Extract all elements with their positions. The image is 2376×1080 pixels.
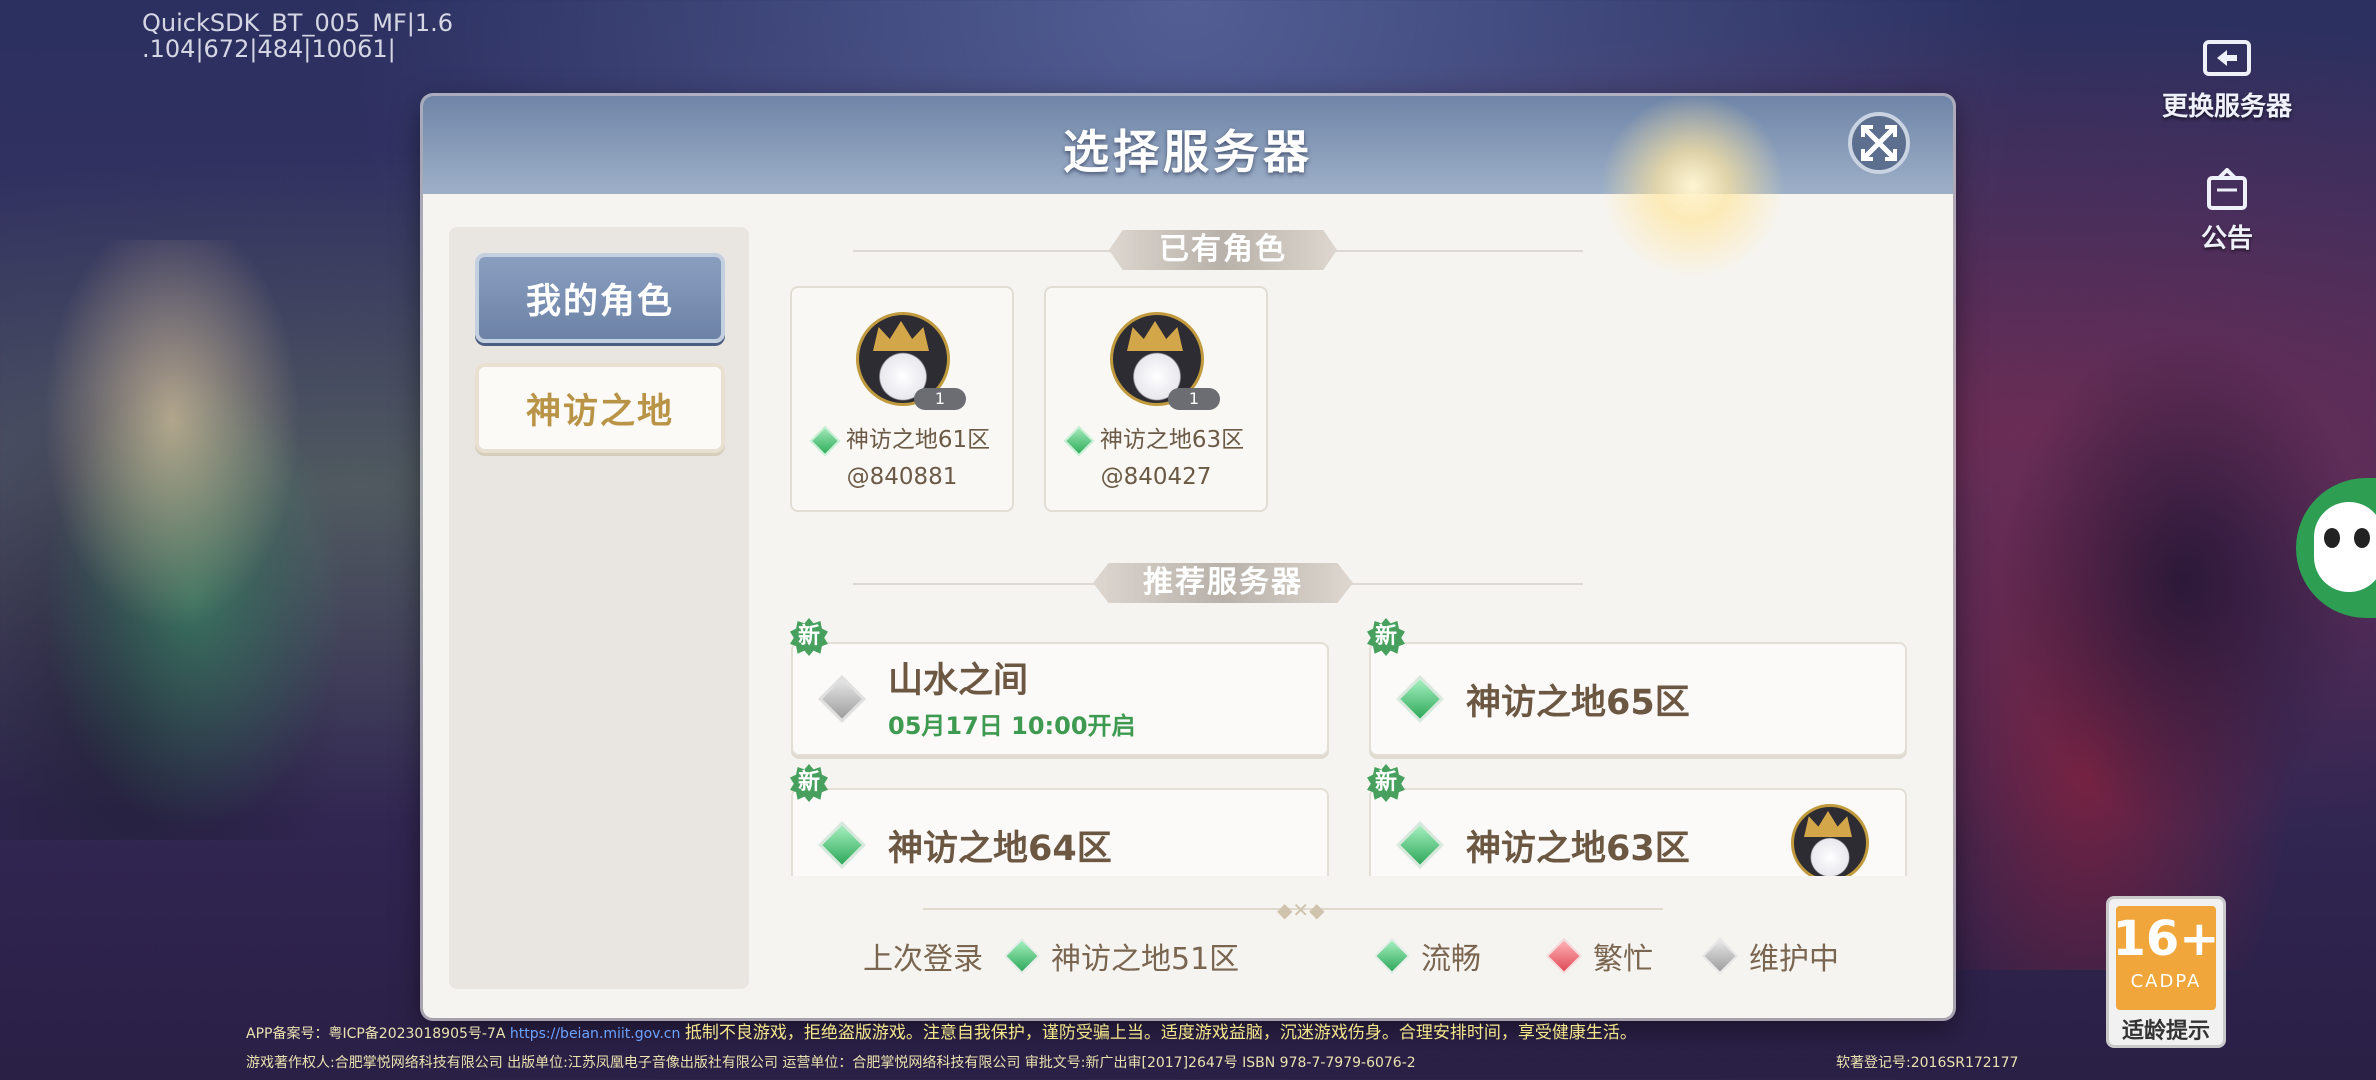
status-smooth-icon: [809, 424, 841, 457]
character-id: @840427: [1100, 464, 1212, 490]
age-rating-value: 16+: [2112, 911, 2220, 967]
debug-line-2: .104|672|484|10061|: [142, 35, 396, 63]
legend-busy-icon: [1545, 937, 1583, 975]
close-expand-icon: [1861, 125, 1897, 161]
tab-my-characters[interactable]: 我的角色: [475, 253, 725, 343]
divider-right: [1333, 583, 1583, 585]
age-rating-badge[interactable]: 16+ CADPA 适龄提示: [2106, 896, 2226, 1048]
notice-button[interactable]: 公告: [2162, 168, 2292, 255]
health-warning: 抵制不良游戏，拒绝盗版游戏。注意自我保护，谨防受骗上当。适度游戏益脑，沉迷游戏伤…: [684, 1023, 1637, 1043]
last-login-label: 上次登录: [863, 942, 983, 977]
character-server: 神访之地61区: [792, 420, 1012, 457]
software-registration: 软著登记号:2016SR172177: [1836, 1055, 2019, 1071]
recommended-servers-heading: 推荐服务器: [1093, 563, 1353, 603]
panda-eye-left: [2324, 528, 2340, 548]
server-name: 神访之地63区: [1466, 829, 1690, 869]
status-smooth-icon: [1395, 820, 1445, 870]
age-rating-org: CADPA: [2130, 971, 2202, 992]
notice-label: 公告: [2200, 224, 2253, 254]
status-maintenance-icon: [817, 674, 867, 724]
change-server-button[interactable]: 更换服务器: [2162, 36, 2292, 123]
legal-line-2: 游戏著作权人:合肥掌悦网络科技有限公司 出版单位:江苏凤凰电子音像出版社有限公司…: [246, 1052, 1416, 1072]
legal-line-1: APP备案号：粤ICP备2023018905号-7A https://beian…: [246, 1018, 1637, 1043]
notice-board-icon: [2207, 168, 2247, 210]
character-level-badge: 1: [1168, 388, 1220, 410]
character-card[interactable]: 1 神访之地61区 @840881: [790, 286, 1014, 512]
server-card[interactable]: 山水之间 05月17日 10:00开启: [791, 642, 1329, 756]
icp-link[interactable]: https://beian.miit.gov.cn: [510, 1026, 681, 1042]
tab-shenfang-zone[interactable]: 神访之地: [475, 363, 725, 453]
debug-line-1: QuickSDK_BT_005_MF|1.6: [142, 9, 454, 37]
server-open-time: 05月17日 10:00开启: [888, 712, 1136, 740]
last-login[interactable]: 上次登录 神访之地51区: [863, 934, 1239, 978]
divider-left: [853, 583, 1113, 585]
status-smooth-icon: [817, 820, 867, 870]
sparkle-decoration: [1593, 96, 1793, 286]
change-server-label: 更换服务器: [2162, 92, 2293, 122]
panda-face: [2314, 502, 2376, 592]
legend-maintenance-icon: [1701, 937, 1739, 975]
debug-info: QuickSDK_BT_005_MF|1.6 .104|672|484|1006…: [142, 10, 453, 62]
existing-characters-heading: 已有角色: [1109, 230, 1337, 270]
divider-left: [853, 250, 1113, 252]
hero-character-art: [0, 240, 430, 840]
status-smooth-icon: [1003, 937, 1041, 975]
server-card[interactable]: 神访之地65区: [1369, 642, 1907, 756]
server-name: 神访之地64区: [888, 829, 1112, 869]
switch-server-icon: [2203, 40, 2251, 76]
age-rating-tip: 适龄提示: [2121, 1019, 2210, 1044]
last-login-server: 神访之地51区: [1051, 942, 1240, 977]
server-category-sidebar: 我的角色 神访之地: [449, 227, 749, 989]
villain-character-art: [1896, 320, 2376, 970]
close-button[interactable]: [1848, 112, 1910, 174]
character-server: 神访之地63区: [1046, 420, 1266, 457]
server-select-dialog: 选择服务器 我的角色 神访之地 已有角色 1 神访之地61区 @840881 1…: [423, 96, 1953, 1018]
status-smooth-icon: [1063, 424, 1095, 457]
legend-maintenance: 维护中: [1701, 934, 1839, 978]
publisher-info: 游戏著作权人:合肥掌悦网络科技有限公司 出版单位:江苏凤凰电子音像出版社有限公司…: [246, 1055, 1416, 1071]
character-level-badge: 1: [914, 388, 966, 410]
panda-eye-right: [2354, 528, 2370, 548]
status-smooth-icon: [1395, 674, 1445, 724]
icp-record: APP备案号：粤ICP备2023018905号-7A: [246, 1026, 506, 1042]
legend-smooth: 流畅: [1373, 934, 1481, 978]
server-name: 山水之间: [888, 661, 1029, 701]
character-card[interactable]: 1 神访之地63区 @840427: [1044, 286, 1268, 512]
legend-busy: 繁忙: [1545, 934, 1653, 978]
legend-smooth-icon: [1373, 937, 1411, 975]
divider-ornament: ◆✕◆: [1277, 898, 1325, 922]
server-character-avatar: [1791, 804, 1869, 882]
server-name: 神访之地65区: [1466, 683, 1690, 723]
divider-right: [1333, 250, 1583, 252]
character-id: @840881: [846, 464, 958, 490]
